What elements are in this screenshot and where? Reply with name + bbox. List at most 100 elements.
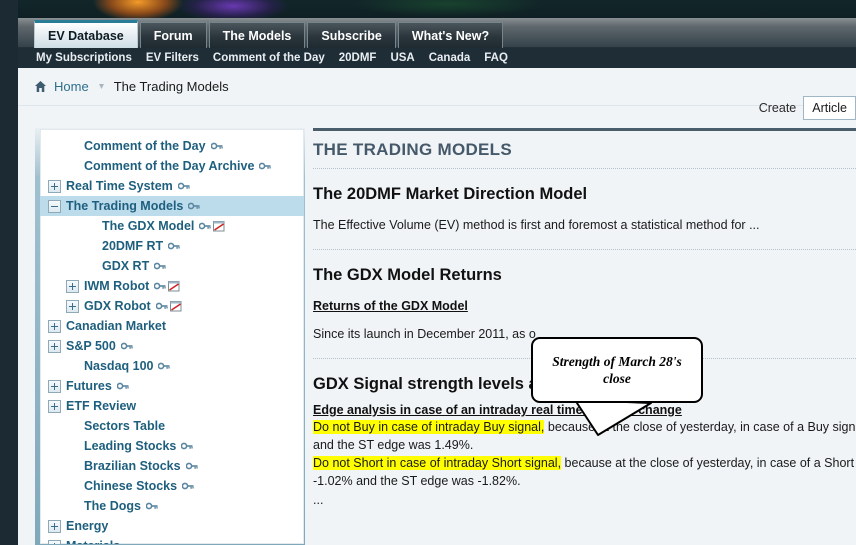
buy-signal-line: Do not Buy in case of intraday Buy signa… (313, 420, 856, 435)
sidebar-item-label: Sectors Table (84, 419, 166, 433)
sidebar-item-the-trading-models[interactable]: The Trading Models (40, 196, 304, 216)
create-control: Create Article (759, 96, 856, 120)
page-title: THE TRADING MODELS (313, 140, 513, 159)
chevron-separator-icon (97, 82, 106, 91)
sidebar-item-brazilian-stocks[interactable]: Brazilian Stocks (40, 456, 304, 476)
section-subheading-link[interactable]: Returns of the GDX Model (313, 299, 856, 313)
expand-plus-icon[interactable] (48, 379, 61, 393)
buy-signal-highlight: Do not Buy in case of intraday Buy signa… (313, 420, 545, 434)
sidebar-item-the-dogs[interactable]: The Dogs (40, 496, 304, 516)
expand-plus-icon[interactable] (66, 279, 79, 293)
sidebar-item-label: Canadian Market (66, 319, 167, 333)
expand-plus-icon[interactable] (48, 539, 61, 544)
sidebar-item-chinese-stocks[interactable]: Chinese Stocks (40, 476, 304, 496)
sidebar-item-real-time-system[interactable]: Real Time System (40, 176, 304, 196)
sidebar-item-canadian-market[interactable]: Canadian Market (40, 316, 304, 336)
sidebar-item-leading-stocks[interactable]: Leading Stocks (40, 436, 304, 456)
sidebar-item-gdx-robot[interactable]: GDX Robot (40, 296, 304, 316)
secondary-navbar: My Subscriptions EV Filters Comment of the… (18, 48, 856, 68)
sidebar-item-label: Energy (66, 519, 109, 533)
tab-subscribe[interactable]: Subscribe (307, 22, 396, 48)
expand-plus-icon[interactable] (48, 519, 61, 533)
subnav-my-subscriptions[interactable]: My Subscriptions (36, 52, 132, 64)
sidebar-item-s-p-500[interactable]: S&P 500 (40, 336, 304, 356)
expand-plus-icon[interactable] (48, 339, 61, 353)
create-type-select[interactable]: Article (803, 96, 856, 120)
sidebar-item-materials[interactable]: Materials (40, 536, 304, 544)
sidebar-item-iwm-robot[interactable]: IWM Robot (40, 276, 304, 296)
truncation-ellipsis: ... (313, 493, 324, 507)
section-20dmf: The 20DMF Market Direction Model The Eff… (313, 185, 856, 232)
buy-signal-rest: because at the close of yesterday, in ca… (544, 420, 856, 434)
sidebar-item-label: IWM Robot (84, 279, 150, 293)
sidebar-item-label: The GDX Model (102, 219, 195, 233)
section-heading: The 20DMF Market Direction Model (313, 185, 588, 203)
sidebar-item-futures[interactable]: Futures (40, 376, 304, 396)
sidebar-item-label: Nasdaq 100 (84, 359, 154, 373)
expand-plus-icon[interactable] (48, 179, 61, 193)
sidebar-item-energy[interactable]: Energy (40, 516, 304, 536)
sidebar-item-label: 20DMF RT (102, 239, 164, 253)
breadcrumb-home-link[interactable]: Home (54, 79, 89, 94)
sidebar-item-comment-of-the-day-archive[interactable]: Comment of the Day Archive (40, 156, 304, 176)
create-label: Create (758, 101, 797, 115)
buy-signal-line2: and the ST edge was 1.49%. (313, 438, 474, 452)
sidebar-item-the-gdx-model[interactable]: The GDX Model (40, 216, 304, 236)
key-icon (181, 441, 194, 451)
sidebar-item-gdx-rt[interactable]: GDX RT (40, 256, 304, 276)
sidebar-item-sectors-table[interactable]: Sectors Table (40, 416, 304, 436)
key-icon (145, 501, 158, 511)
sidebar-tree-panel: Comment of the Day Comment of the Day Arc… (35, 128, 305, 545)
section-gdx-returns: The GDX Model Returns Returns of the GDX… (313, 266, 856, 341)
short-signal-highlight: Do not Short in case of intraday Short s… (313, 456, 562, 470)
sidebar-item-label: S&P 500 (66, 339, 116, 353)
expand-plus-icon[interactable] (66, 299, 79, 313)
tab-forum[interactable]: Forum (139, 22, 207, 48)
sidebar-item-label: Brazilian Stocks (84, 459, 181, 473)
subnav-ev-filters[interactable]: EV Filters (146, 52, 199, 64)
sidebar-item-label: GDX RT (102, 259, 150, 273)
sidebar-item-label: Leading Stocks (84, 439, 177, 453)
key-icon (259, 161, 272, 171)
key-icon (188, 201, 201, 211)
chart-icon (212, 220, 226, 233)
sidebar-item-label: Materials (66, 539, 120, 544)
key-icon (185, 461, 198, 471)
sidebar-item-etf-review[interactable]: ETF Review (40, 396, 304, 416)
sidebar-item-label: The Dogs (84, 499, 141, 513)
key-icon (158, 361, 171, 371)
sidebar-item-label: GDX Robot (84, 299, 151, 313)
sidebar-item-label: The Trading Models (66, 199, 184, 213)
subnav-faq[interactable]: FAQ (484, 52, 508, 64)
breadcrumb-current: The Trading Models (113, 79, 229, 94)
primary-navbar: EV Database Forum The Models Subscribe What'… (18, 18, 856, 48)
subnav-usa[interactable]: USA (390, 52, 414, 64)
expand-plus-icon[interactable] (48, 399, 61, 413)
subnav-comment-of-the-day[interactable]: Comment of the Day (213, 52, 325, 64)
sidebar-item-label: Real Time System (66, 179, 173, 193)
sidebar-item-nasdaq-100[interactable]: Nasdaq 100 (40, 356, 304, 376)
sidebar-item-20dmf-rt[interactable]: 20DMF RT (40, 236, 304, 256)
home-icon (34, 80, 47, 93)
left-rail (0, 0, 18, 545)
short-signal-line2: -1.02% and the ST edge was -1.82%. (313, 474, 521, 488)
key-icon (154, 281, 166, 291)
breadcrumb: Home The Trading Models (18, 68, 856, 106)
sidebar-item-label: Comment of the Day (84, 139, 206, 153)
divider (313, 168, 856, 169)
callout-bubble: Strength of March 28's close (531, 337, 703, 403)
short-signal-line: Do not Short in case of intraday Short s… (313, 456, 856, 471)
collapse-minus-icon[interactable] (48, 199, 61, 213)
primary-tabs: EV Database Forum The Models Subscribe What'… (34, 19, 505, 48)
key-icon (155, 301, 168, 311)
subnav-20dmf[interactable]: 20DMF (339, 52, 377, 64)
sidebar-item-label: ETF Review (66, 399, 137, 413)
key-icon (177, 181, 190, 191)
tab-the-models[interactable]: The Models (208, 22, 306, 48)
subnav-canada[interactable]: Canada (429, 52, 471, 64)
expand-plus-icon[interactable] (48, 319, 61, 333)
tab-what-s-new[interactable]: What's New? (397, 22, 504, 48)
tab-ev-database[interactable]: EV Database (34, 20, 138, 48)
key-icon (182, 481, 194, 491)
sidebar-item-comment-of-the-day[interactable]: Comment of the Day (40, 136, 304, 156)
